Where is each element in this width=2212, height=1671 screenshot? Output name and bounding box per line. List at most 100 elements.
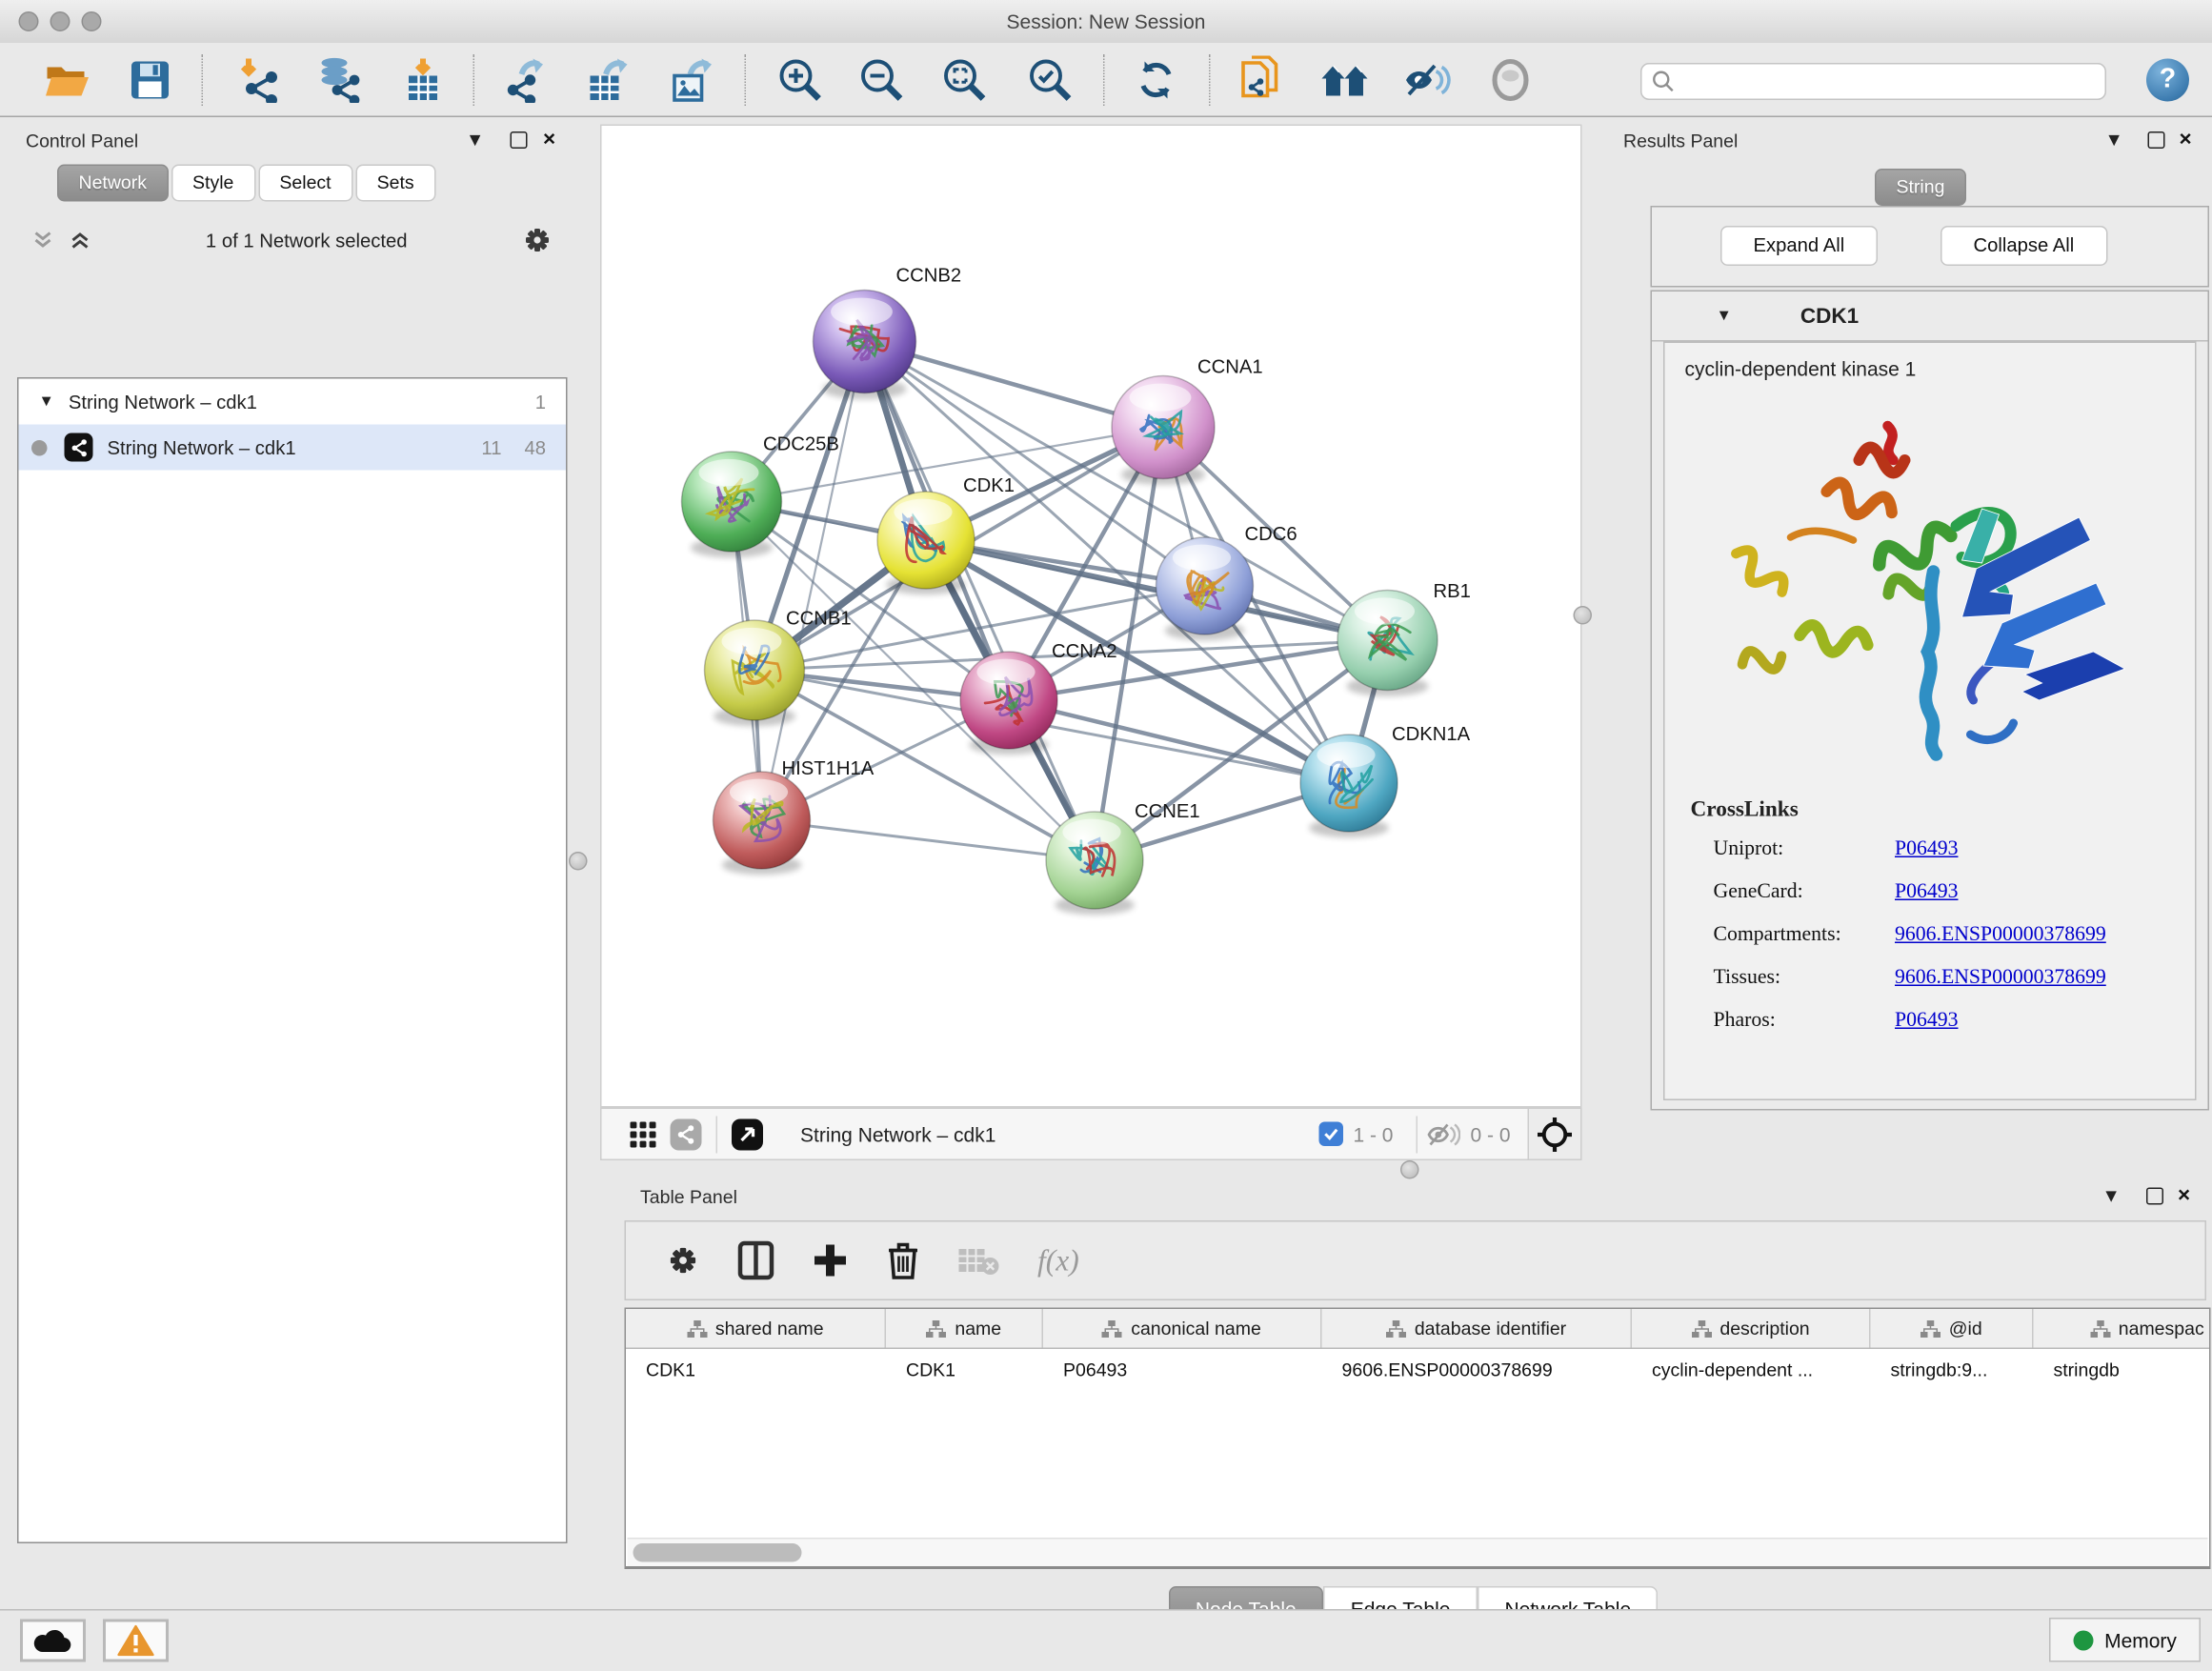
column-header-description[interactable]: description [1632, 1309, 1871, 1348]
table-cell[interactable]: stringdb [2034, 1349, 2211, 1389]
network-canvas[interactable]: CCNB2CCNA1CDC25BCDK1CDC6RB1CCNB1CCNA2CDK… [600, 125, 1582, 1108]
grid-view-button[interactable] [622, 1116, 665, 1153]
toolbar-separator [1209, 54, 1211, 106]
table-cell[interactable]: cyclin-dependent ... [1632, 1349, 1871, 1389]
share-icon [671, 1118, 702, 1150]
tree-expand-icon[interactable]: ▼ [39, 393, 54, 411]
export-network-icon [502, 57, 548, 103]
zoom-out-button[interactable] [856, 56, 908, 105]
table-panel-close-icon[interactable]: × [2178, 1183, 2190, 1208]
export-table-button[interactable] [582, 56, 633, 105]
automation-cloud-button[interactable] [20, 1620, 86, 1662]
network-node-CCNB2[interactable]: CCNB2 [814, 266, 962, 399]
table-cell[interactable]: stringdb:9... [1871, 1349, 2034, 1389]
collapse-all-button[interactable]: Collapse All [1941, 226, 2107, 266]
eye-slash-button[interactable] [1402, 56, 1454, 105]
crosslink-link[interactable]: P06493 [1895, 837, 1958, 862]
add-column-icon[interactable] [812, 1242, 849, 1279]
crosslink-link[interactable]: P06493 [1895, 1009, 1958, 1034]
copy-network-button[interactable] [1235, 56, 1286, 105]
table-row[interactable]: CDK1CDK1P064939606.ENSP00000378699cyclin… [626, 1349, 2209, 1389]
zoom-selected-button[interactable] [1025, 56, 1076, 105]
birdseye-view-button[interactable] [1528, 1109, 1581, 1159]
network-row-selected[interactable]: String Network – cdk1 11 48 [19, 425, 567, 471]
column-header-name[interactable]: name [886, 1309, 1043, 1348]
tab-style[interactable]: Style [171, 165, 255, 202]
network-node-CDKN1A[interactable]: CDKN1A [1300, 724, 1471, 837]
network-collection-row[interactable]: ▼ String Network – cdk1 1 [19, 379, 567, 425]
table-cell[interactable]: P06493 [1043, 1349, 1322, 1389]
network-node-count: 11 [481, 436, 501, 458]
warnings-button[interactable] [103, 1620, 169, 1662]
delete-column-icon[interactable] [886, 1240, 920, 1280]
control-panel-float-icon[interactable] [511, 131, 528, 153]
memory-button[interactable]: Memory [2049, 1618, 2201, 1662]
eye-button[interactable] [1485, 56, 1537, 105]
crosslink-label: Compartments: [1714, 923, 1896, 948]
network-node-RB1[interactable]: RB1 [1337, 581, 1471, 696]
network-node-CDC25B[interactable]: CDC25B [682, 434, 839, 558]
column-header-namespac[interactable]: namespac [2034, 1309, 2211, 1348]
scrollbar-thumb[interactable] [633, 1543, 802, 1562]
table-options-gear-icon[interactable] [666, 1243, 700, 1278]
hidden-eye-icon[interactable] [1426, 1121, 1460, 1147]
table-cell[interactable]: CDK1 [626, 1349, 886, 1389]
entry-collapse-icon[interactable]: ▼ [1717, 308, 1732, 325]
help-button[interactable]: ? [2146, 59, 2189, 102]
network-node-CCNA2[interactable]: CCNA2 [960, 641, 1117, 755]
column-header-shared-name[interactable]: shared name [626, 1309, 886, 1348]
network-options-gear-icon[interactable] [522, 225, 553, 256]
selected-checkbox-icon[interactable] [1318, 1122, 1343, 1147]
control-panel-close-icon[interactable]: × [543, 128, 555, 152]
crosslink-link[interactable]: 9606.ENSP00000378699 [1895, 923, 2106, 948]
results-panel-collapse-icon[interactable]: ▼ [2105, 129, 2123, 151]
tab-select[interactable]: Select [258, 165, 352, 202]
open-in-browser-button[interactable] [726, 1116, 769, 1153]
column-header-canonical-name[interactable]: canonical name [1043, 1309, 1322, 1348]
network-node-CCNA1[interactable]: CCNA1 [1112, 357, 1263, 485]
expand-all-tree-icon[interactable] [69, 229, 91, 252]
import-network-file-icon [237, 57, 280, 103]
crosslink-link[interactable]: 9606.ENSP00000378699 [1895, 966, 2106, 991]
network-status-dot [31, 439, 48, 455]
search-input[interactable] [1640, 63, 2106, 100]
control-panel-collapse-icon[interactable]: ▼ [466, 129, 484, 151]
collapse-all-tree-icon[interactable] [31, 229, 54, 252]
save-session-button[interactable] [125, 56, 176, 105]
left-splitter[interactable] [557, 116, 600, 1611]
left-splitter-handle[interactable] [569, 852, 588, 871]
tab-network[interactable]: Network [57, 165, 169, 202]
network-node-HIST1H1A[interactable]: HIST1H1A [714, 758, 875, 875]
network-node-CDC6[interactable]: CDC6 [1156, 524, 1297, 640]
import-network-file-button[interactable] [233, 56, 285, 105]
two-houses-button[interactable] [1319, 56, 1371, 105]
column-header-database-identifier[interactable]: database identifier [1322, 1309, 1633, 1348]
select-columns-icon[interactable] [737, 1240, 774, 1280]
entry-header[interactable]: ▼ CDK1 [1652, 292, 2208, 342]
export-image-button[interactable] [666, 56, 717, 105]
table-panel-float-icon[interactable] [2146, 1188, 2163, 1210]
table-header-row[interactable]: shared namenamecanonical namedatabase id… [626, 1309, 2209, 1349]
results-panel-close-icon[interactable]: × [2180, 128, 2192, 152]
tab-string[interactable]: String [1875, 169, 1966, 206]
open-session-button[interactable] [42, 56, 93, 105]
column-header-@id[interactable]: @id [1871, 1309, 2034, 1348]
table-cell[interactable]: 9606.ENSP00000378699 [1322, 1349, 1633, 1389]
tab-sets[interactable]: Sets [355, 165, 435, 202]
network-node-CCNE1[interactable]: CCNE1 [1046, 801, 1200, 915]
refresh-button[interactable] [1131, 56, 1182, 105]
zoom-fit-button[interactable] [939, 56, 991, 105]
table-cell[interactable]: CDK1 [886, 1349, 1043, 1389]
string-style-button[interactable] [665, 1116, 708, 1153]
external-link-icon [732, 1118, 763, 1150]
node-label: RB1 [1434, 581, 1471, 602]
crosslink-link[interactable]: P06493 [1895, 880, 1958, 905]
export-network-button[interactable] [499, 56, 551, 105]
import-table-button[interactable] [397, 56, 449, 105]
results-panel-float-icon[interactable] [2148, 131, 2165, 153]
table-panel-collapse-icon[interactable]: ▼ [2102, 1185, 2121, 1207]
zoom-in-button[interactable] [774, 56, 826, 105]
expand-all-button[interactable]: Expand All [1720, 226, 1878, 266]
import-network-database-button[interactable] [313, 56, 365, 105]
table-horizontal-scrollbar[interactable] [628, 1538, 2208, 1566]
